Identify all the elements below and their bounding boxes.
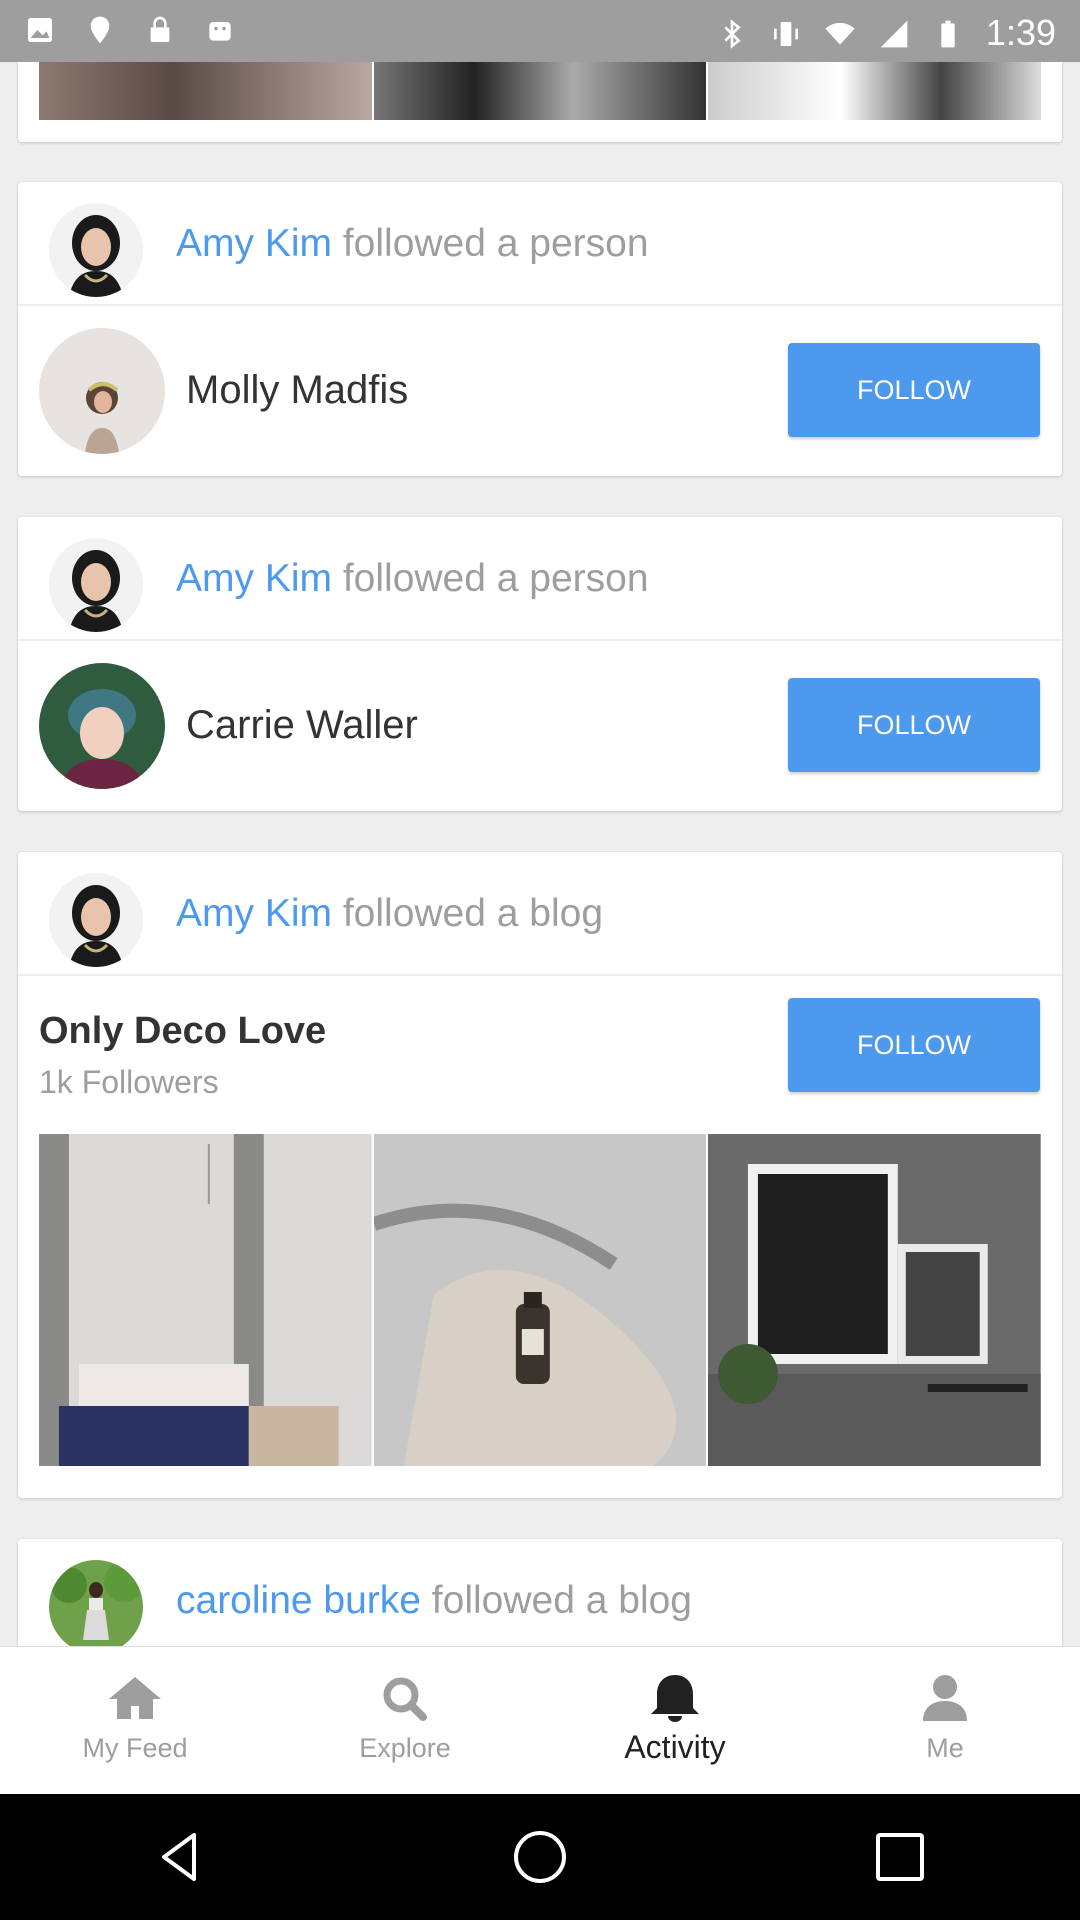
- blog-image[interactable]: [708, 62, 1042, 120]
- blog-image[interactable]: [39, 1134, 372, 1466]
- avatar[interactable]: [39, 663, 165, 789]
- tab-label: Me: [926, 1733, 964, 1763]
- blog-image[interactable]: [708, 1134, 1042, 1466]
- home-icon: [107, 1673, 163, 1723]
- person-row[interactable]: Carrie Waller FOLLOW: [18, 641, 1062, 809]
- system-nav-bar: [0, 1794, 1080, 1920]
- previous-card-images: [39, 62, 1042, 120]
- actor-link[interactable]: Amy Kim: [176, 892, 332, 935]
- avatar[interactable]: [49, 873, 143, 967]
- activity-action: followed a blog: [420, 1579, 692, 1622]
- photo-icon: [24, 14, 56, 46]
- actor-link[interactable]: Amy Kim: [176, 557, 332, 600]
- avatar[interactable]: [49, 203, 143, 297]
- blog-image[interactable]: [373, 62, 707, 120]
- bell-icon: [647, 1673, 703, 1723]
- person-icon: [917, 1673, 973, 1723]
- activity-text: Amy Kim followed a person: [176, 222, 649, 266]
- follow-button[interactable]: FOLLOW: [788, 998, 1040, 1092]
- follow-button[interactable]: FOLLOW: [788, 678, 1040, 772]
- activity-action: followed a blog: [332, 892, 604, 935]
- blog-title[interactable]: Only Deco Love: [39, 1010, 326, 1053]
- activity-card: Amy Kim followed a person Molly Madfis F…: [18, 182, 1062, 476]
- person-name[interactable]: Molly Madfis: [186, 368, 408, 413]
- tab-label: Activity: [624, 1729, 726, 1765]
- signal-icon: [878, 17, 910, 49]
- status-bar: 1:39: [0, 0, 1080, 62]
- vibrate-icon: [770, 17, 802, 49]
- activity-card: caroline burke followed a blog: [18, 1539, 1062, 1646]
- back-icon[interactable]: [150, 1827, 210, 1887]
- activity-card: Amy Kim followed a blog Only Deco Love 1…: [18, 852, 1062, 1498]
- bluetooth-icon: [716, 17, 748, 49]
- home-circle-icon[interactable]: [510, 1827, 570, 1887]
- avatar[interactable]: [39, 328, 165, 454]
- tab-my-feed[interactable]: My Feed: [0, 1647, 270, 1794]
- activity-action: followed a person: [332, 222, 649, 265]
- wifi-icon: [824, 17, 856, 49]
- activity-header: caroline burke followed a blog: [18, 1539, 1062, 1646]
- activity-text: caroline burke followed a blog: [176, 1579, 692, 1623]
- activity-card: Amy Kim followed a person Carrie Waller …: [18, 517, 1062, 811]
- tab-label: My Feed: [82, 1733, 188, 1763]
- blog-image-strip: [39, 1134, 1042, 1466]
- status-time: 1:39: [985, 12, 1056, 53]
- actor-link[interactable]: Amy Kim: [176, 222, 332, 265]
- recents-icon[interactable]: [870, 1827, 930, 1887]
- activity-header: Amy Kim followed a blog: [18, 852, 1062, 976]
- bottom-nav: My Feed Explore Activity Me: [0, 1646, 1080, 1794]
- person-row[interactable]: Molly Madfis FOLLOW: [18, 306, 1062, 474]
- blog-image[interactable]: [373, 1134, 707, 1466]
- android-icon: [204, 14, 236, 46]
- activity-feed[interactable]: Amy Kim followed a person Molly Madfis F…: [0, 62, 1080, 1646]
- previous-card: [18, 62, 1062, 142]
- actor-link[interactable]: caroline burke: [176, 1579, 421, 1622]
- tab-me[interactable]: Me: [810, 1647, 1080, 1794]
- follow-button[interactable]: FOLLOW: [788, 343, 1040, 437]
- avatar[interactable]: [49, 1560, 143, 1646]
- tab-label: Explore: [359, 1733, 451, 1763]
- blog-image[interactable]: [39, 62, 372, 120]
- person-name[interactable]: Carrie Waller: [186, 703, 418, 748]
- avatar[interactable]: [49, 538, 143, 632]
- battery-icon: [932, 17, 964, 49]
- activity-action: followed a person: [332, 557, 649, 600]
- fake-gps-icon: [84, 14, 116, 46]
- tab-activity[interactable]: Activity: [540, 1647, 810, 1794]
- blog-section[interactable]: Only Deco Love 1k Followers FOLLOW: [18, 976, 1062, 1496]
- activity-text: Amy Kim followed a person: [176, 557, 649, 601]
- activity-text: Amy Kim followed a blog: [176, 892, 603, 936]
- activity-header: Amy Kim followed a person: [18, 182, 1062, 306]
- tab-explore[interactable]: Explore: [270, 1647, 540, 1794]
- activity-header: Amy Kim followed a person: [18, 517, 1062, 641]
- blog-followers-count: 1k Followers: [39, 1064, 219, 1100]
- search-icon: [377, 1673, 433, 1723]
- lock-icon: [144, 14, 176, 46]
